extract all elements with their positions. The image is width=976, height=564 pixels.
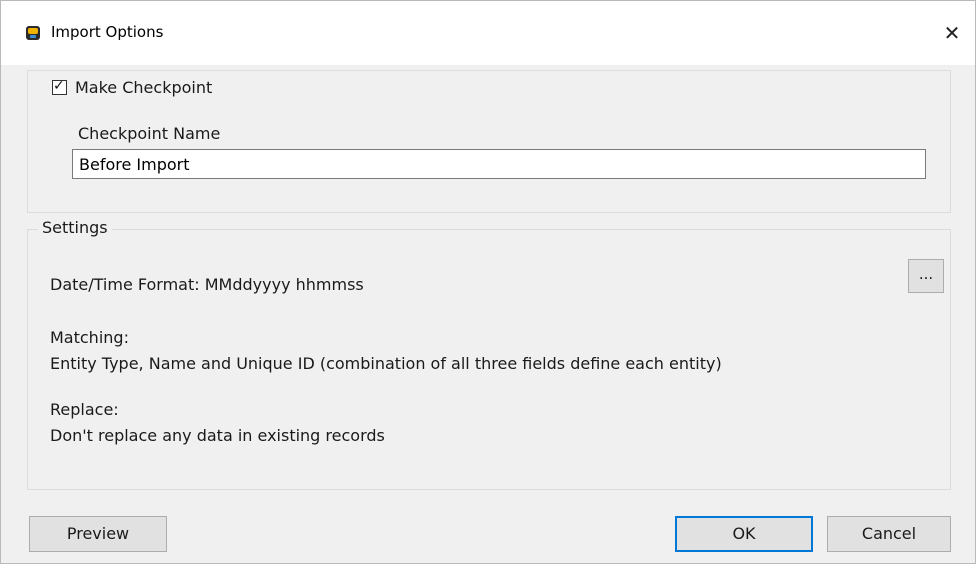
make-checkpoint-checkbox[interactable]: ✓ [52,78,67,95]
date-format-browse-button[interactable]: ... [908,259,944,293]
close-button[interactable]: ✕ [929,1,975,65]
settings-legend: Settings [38,218,112,237]
preview-button[interactable]: Preview [29,516,167,552]
checkpoint-name-input[interactable] [72,149,926,179]
app-icon [26,26,40,40]
ok-button[interactable]: OK [675,516,813,552]
settings-group: Settings Date/Time Format: MMddyyyy hhmm… [27,218,951,490]
window-title: Import Options [51,23,164,41]
matching-label: Matching: [50,328,129,347]
title-bar: Import Options ✕ [1,1,975,65]
checkpoint-name-label: Checkpoint Name [78,124,221,143]
import-options-dialog: Import Options ✕ ✓ Make Checkpoint Check… [0,0,976,564]
checkpoint-group: ✓ Make Checkpoint Checkpoint Name [27,70,951,213]
date-time-format-text: Date/Time Format: MMddyyyy hhmmss [50,275,364,294]
close-icon: ✕ [943,21,961,45]
matching-value: Entity Type, Name and Unique ID (combina… [50,354,722,373]
make-checkpoint-label: Make Checkpoint [75,78,213,97]
cancel-button[interactable]: Cancel [827,516,951,552]
checkmark-icon: ✓ [53,78,65,94]
replace-value: Don't replace any data in existing recor… [50,426,385,445]
make-checkpoint-toggle[interactable]: ✓ Make Checkpoint [50,78,217,97]
replace-label: Replace: [50,400,119,419]
